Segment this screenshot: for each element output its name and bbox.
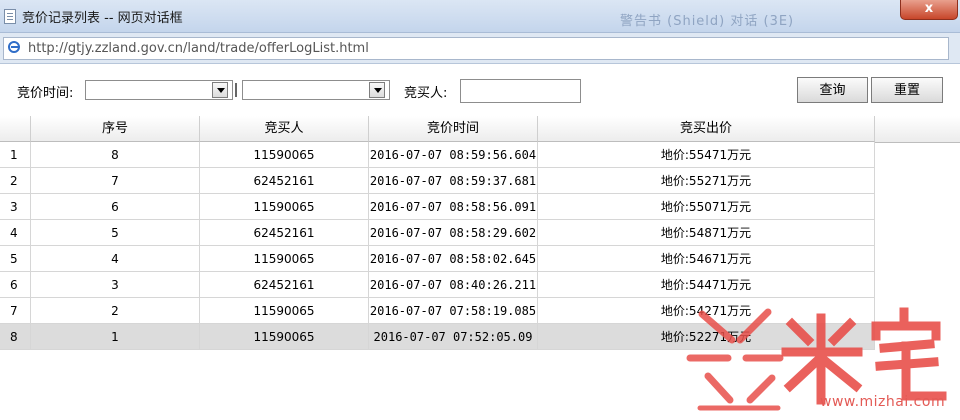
time-cell: 2016-07-07 08:59:37.681 — [369, 168, 538, 194]
table-row[interactable]: 1 8 11590065 2016-07-07 08:59:56.604 地价:… — [0, 142, 875, 168]
table-row[interactable]: 4 5 62452161 2016-07-07 08:58:29.602 地价:… — [0, 220, 875, 246]
header-index-cell — [0, 116, 31, 142]
row-number: 2 — [0, 168, 31, 194]
row-number: 1 — [0, 142, 31, 168]
header-bid-price[interactable]: 竞买出价 — [538, 116, 875, 142]
window-title: 竞价记录列表 -- 网页对话框 — [22, 11, 183, 26]
time-cell: 2016-07-07 07:58:19.085 — [369, 298, 538, 324]
title-bar: 竞价记录列表 -- 网页对话框 警告书 (Shield) 对话 (3E) x — [0, 0, 960, 33]
bidder-label: 竞买人: — [404, 86, 448, 101]
row-number: 6 — [0, 272, 31, 298]
chevron-down-icon[interactable] — [212, 82, 228, 98]
seq-cell: 7 — [31, 168, 200, 194]
price-cell: 地价:55271万元 — [538, 168, 875, 194]
watermark-url: www.mizhai.com — [820, 394, 946, 410]
table-header: 序号 竞买人 竞价时间 竞买出价 — [0, 116, 875, 142]
url-field[interactable]: http://gtjy.zzland.gov.cn/land/trade/off… — [3, 37, 949, 60]
query-button[interactable]: 查询 — [797, 77, 868, 103]
time-cell: 2016-07-07 07:52:05.09 — [369, 324, 538, 350]
bidder-cell: 62452161 — [200, 220, 369, 246]
seq-cell: 6 — [31, 194, 200, 220]
background-window-text: 警告书 (Shield) 对话 (3E) — [620, 14, 795, 29]
header-bidder[interactable]: 竞买人 — [200, 116, 369, 142]
table-row[interactable]: 5 4 11590065 2016-07-07 08:58:02.645 地价:… — [0, 246, 875, 272]
time-cell: 2016-07-07 08:59:56.604 — [369, 142, 538, 168]
bidder-cell: 11590065 — [200, 324, 369, 350]
price-cell: 地价:55071万元 — [538, 194, 875, 220]
row-number: 5 — [0, 246, 31, 272]
bid-time-label: 竞价时间: — [17, 86, 74, 101]
seq-cell: 8 — [31, 142, 200, 168]
close-button[interactable]: x — [900, 0, 958, 20]
price-cell: 地价:54871万元 — [538, 220, 875, 246]
bidder-cell: 11590065 — [200, 246, 369, 272]
chevron-down-icon[interactable] — [369, 82, 385, 98]
row-number: 8 — [0, 324, 31, 350]
row-number: 4 — [0, 220, 31, 246]
row-number: 3 — [0, 194, 31, 220]
table-row[interactable]: 3 6 11590065 2016-07-07 08:58:56.091 地价:… — [0, 194, 875, 220]
bidder-cell: 62452161 — [200, 168, 369, 194]
ie-icon — [8, 41, 20, 53]
document-icon — [4, 9, 16, 24]
url-text: http://gtjy.zzland.gov.cn/land/trade/off… — [28, 41, 369, 56]
bid-time-to-input[interactable] — [242, 80, 390, 100]
header-bid-time[interactable]: 竞价时间 — [369, 116, 538, 142]
header-filler — [875, 116, 960, 143]
time-cell: 2016-07-07 08:58:56.091 — [369, 194, 538, 220]
seq-cell: 3 — [31, 272, 200, 298]
table-row[interactable]: 2 7 62452161 2016-07-07 08:59:37.681 地价:… — [0, 168, 875, 194]
bidder-input[interactable] — [460, 79, 581, 103]
time-cell: 2016-07-07 08:58:29.602 — [369, 220, 538, 246]
table-row[interactable]: 6 3 62452161 2016-07-07 08:40:26.211 地价:… — [0, 272, 875, 298]
seq-cell: 1 — [31, 324, 200, 350]
reset-button[interactable]: 重置 — [871, 77, 943, 103]
bid-time-from-input[interactable] — [85, 80, 233, 100]
bidder-cell: 62452161 — [200, 272, 369, 298]
price-cell: 地价:54671万元 — [538, 246, 875, 272]
time-cell: 2016-07-07 08:58:02.645 — [369, 246, 538, 272]
bidder-cell: 11590065 — [200, 142, 369, 168]
address-bar: http://gtjy.zzland.gov.cn/land/trade/off… — [0, 33, 960, 64]
header-seq[interactable]: 序号 — [31, 116, 200, 142]
range-separator — [235, 83, 237, 97]
price-cell: 地价:55471万元 — [538, 142, 875, 168]
seq-cell: 2 — [31, 298, 200, 324]
row-number: 7 — [0, 298, 31, 324]
bidder-cell: 11590065 — [200, 194, 369, 220]
seq-cell: 5 — [31, 220, 200, 246]
filter-bar: 竞价时间: 竞买人: 查询 重置 — [0, 64, 960, 115]
close-icon: x — [924, 1, 934, 16]
seq-cell: 4 — [31, 246, 200, 272]
time-cell: 2016-07-07 08:40:26.211 — [369, 272, 538, 298]
bidder-cell: 11590065 — [200, 298, 369, 324]
price-cell: 地价:54471万元 — [538, 272, 875, 298]
